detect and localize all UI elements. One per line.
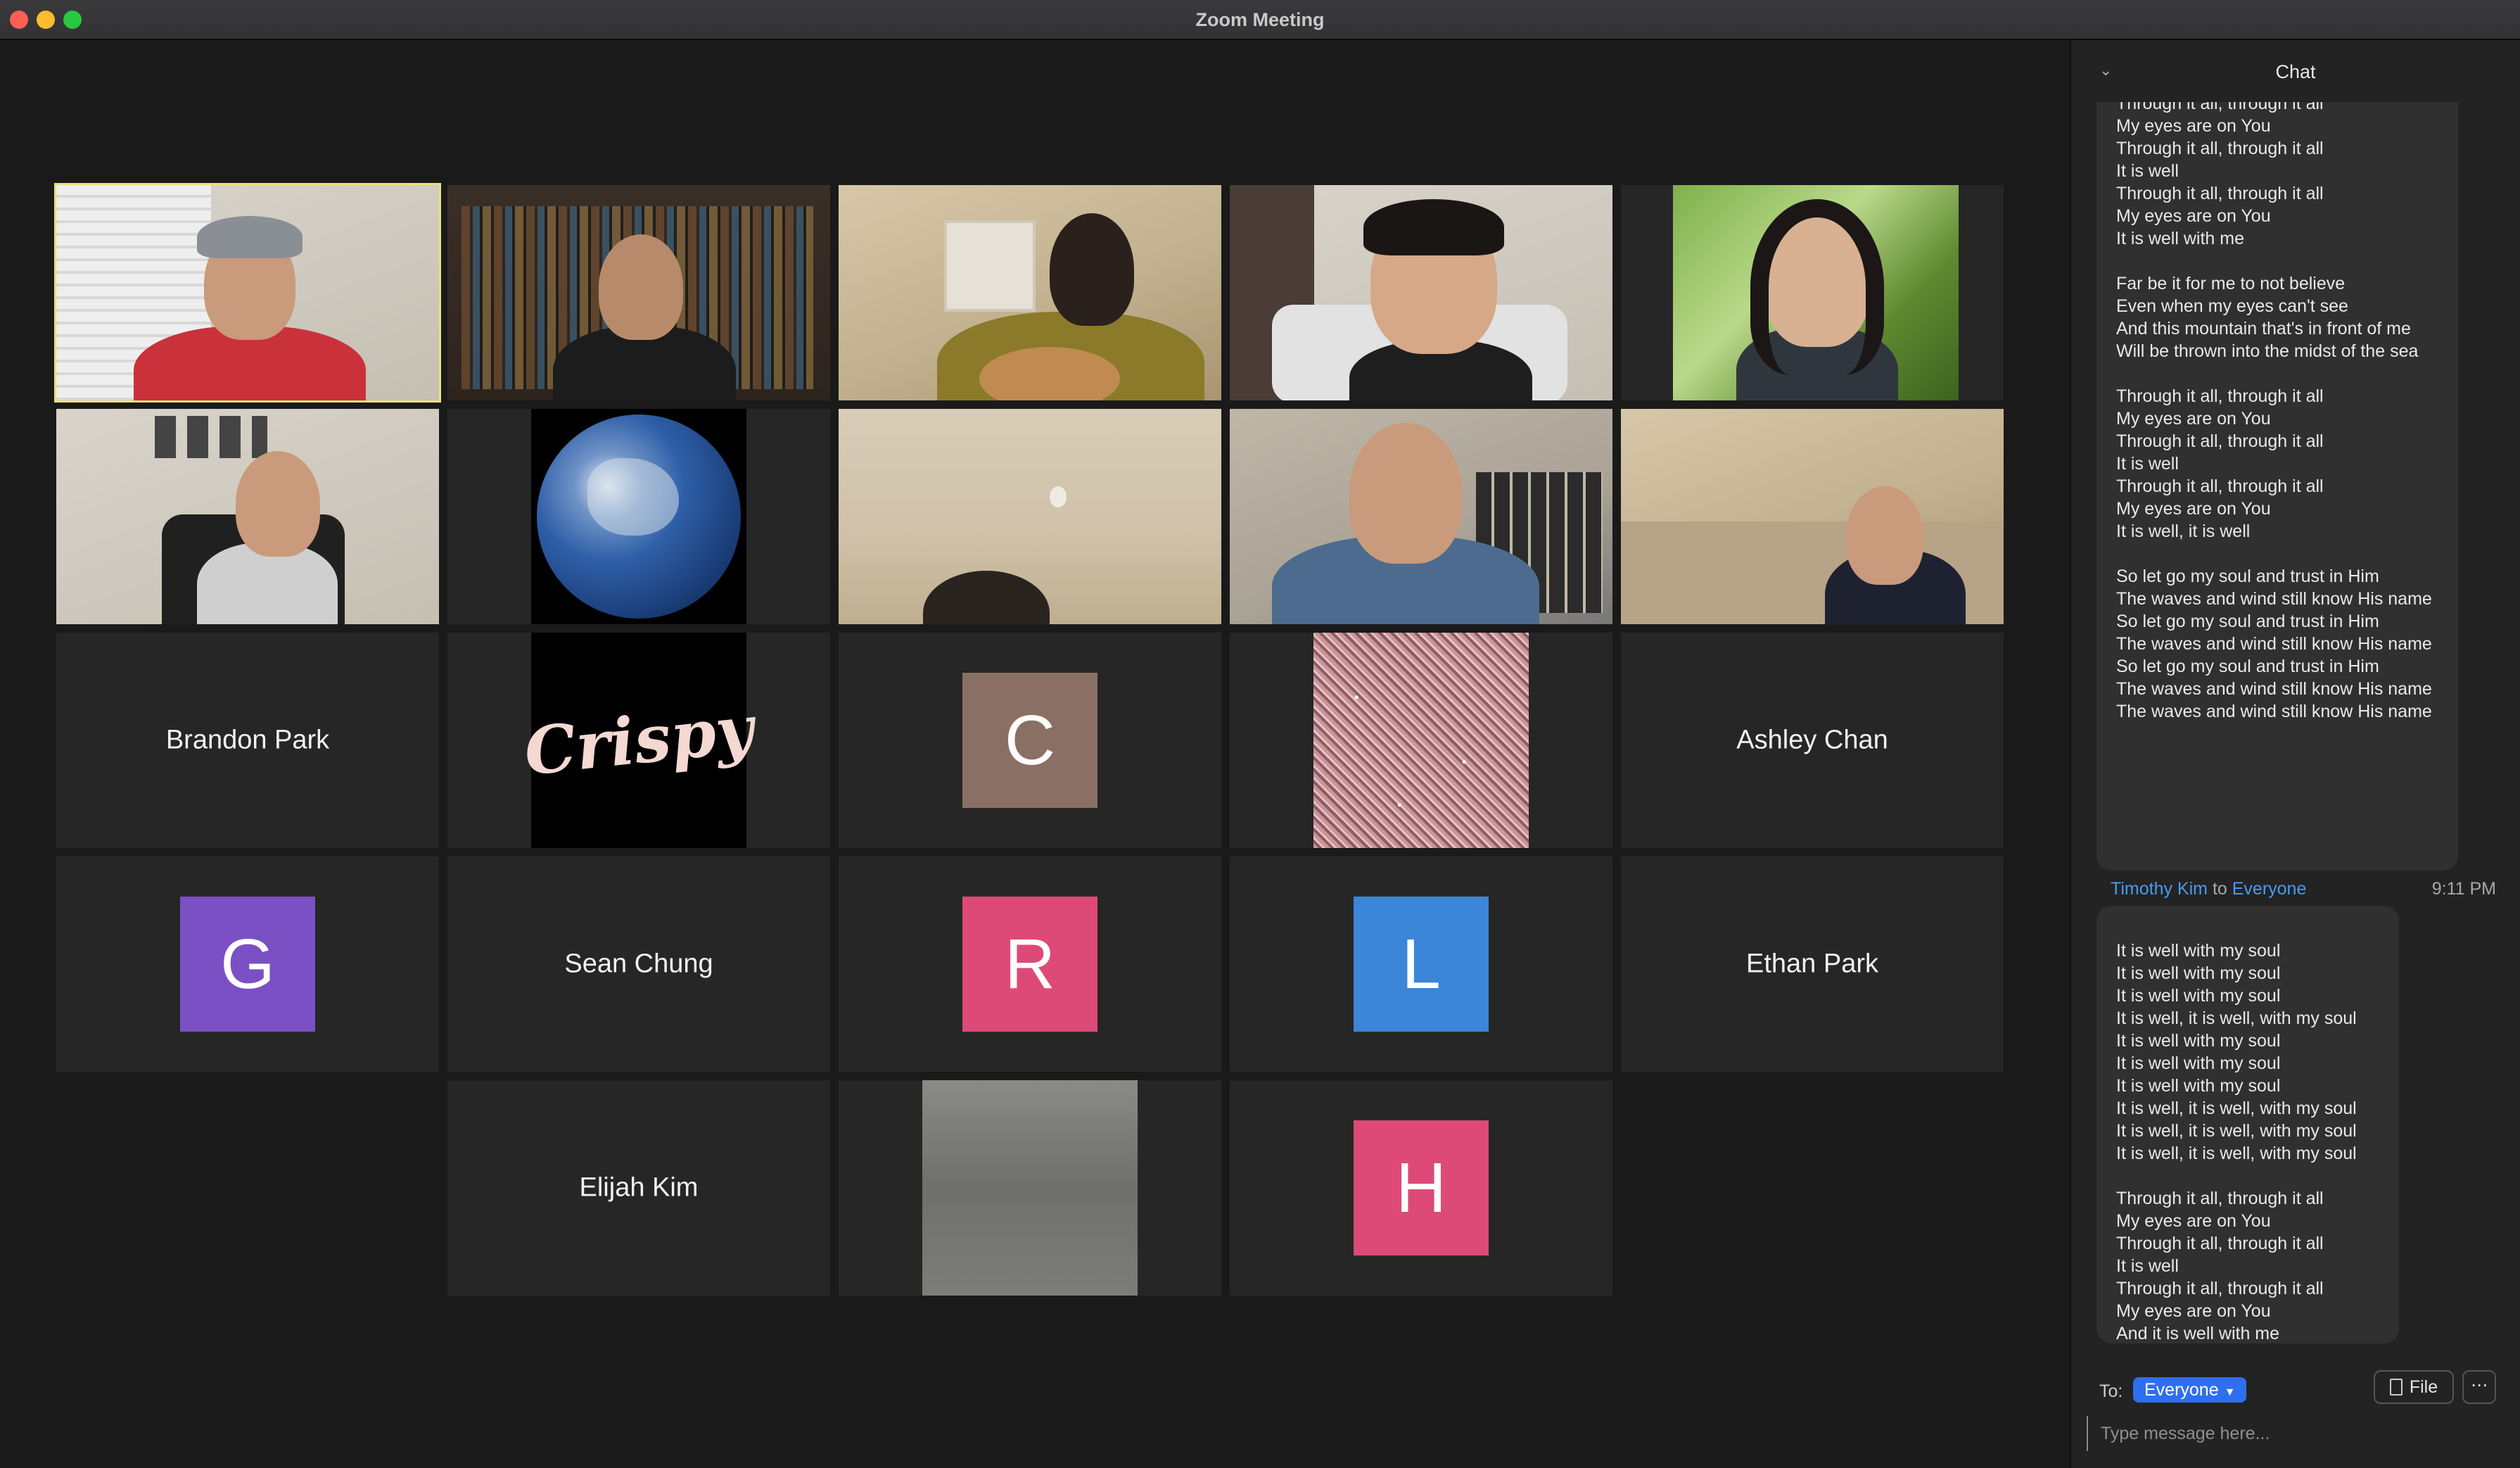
message-to-word: to xyxy=(2212,879,2227,899)
participant-avatar: G xyxy=(180,897,315,1032)
participant-video xyxy=(1621,409,2004,624)
participant-avatar: H xyxy=(1354,1120,1489,1255)
chat-message: It is well with my soul It is well with … xyxy=(2096,906,2399,1343)
chat-title: Chat xyxy=(2275,61,2316,82)
chat-message-input[interactable] xyxy=(2087,1416,2481,1451)
participant-video xyxy=(1230,409,1612,624)
participant-video xyxy=(1230,185,1612,400)
participant-tile[interactable]: Ethan Park xyxy=(1621,856,2004,1072)
participant-tile[interactable]: G xyxy=(56,856,439,1072)
participant-tile[interactable] xyxy=(1230,633,1612,848)
file-button-label: File xyxy=(2409,1377,2438,1397)
participant-video xyxy=(839,185,1221,400)
participant-video xyxy=(1673,185,1959,400)
video-tile[interactable] xyxy=(447,409,830,624)
participant-profile-picture xyxy=(1313,633,1529,848)
video-tile[interactable] xyxy=(56,409,439,624)
window-title: Zoom Meeting xyxy=(1195,9,1325,30)
participant-video xyxy=(56,185,439,400)
participant-avatar: L xyxy=(1354,897,1489,1032)
participant-tile[interactable]: R xyxy=(839,856,1221,1072)
participant-tile[interactable]: Crispy xyxy=(447,633,830,848)
crispy-logo-text: Crispy xyxy=(521,690,757,790)
participant-video xyxy=(531,409,746,624)
video-tile[interactable] xyxy=(1230,409,1612,624)
participant-avatar: C xyxy=(962,673,1097,808)
video-tile[interactable] xyxy=(839,409,1221,624)
participant-name: Brandon Park xyxy=(165,725,330,755)
recipient-label: To: xyxy=(2099,1381,2123,1401)
participant-name: Elijah Kim xyxy=(579,1172,699,1203)
chat-message-header: Timothy Kim to Everyone xyxy=(2111,879,2306,899)
caret-down-icon: ▼ xyxy=(2224,1386,2236,1398)
message-sender[interactable]: Timothy Kim xyxy=(2111,879,2208,899)
participant-profile-picture xyxy=(922,1080,1138,1296)
chat-header: ⌄ Chat xyxy=(2071,40,2520,102)
participant-name: Ethan Park xyxy=(1746,949,1878,979)
participant-avatar: R xyxy=(962,897,1097,1032)
video-tile[interactable] xyxy=(447,185,830,400)
recipient-dropdown[interactable]: Everyone ▼ xyxy=(2133,1377,2247,1403)
video-tile-active-speaker[interactable] xyxy=(54,183,441,403)
video-tile[interactable] xyxy=(839,185,1221,400)
video-tile[interactable] xyxy=(1621,185,2004,400)
chat-message-text: Through it all, through it all My eyes a… xyxy=(2116,102,2432,721)
chat-message-text: It is well with my soul It is well with … xyxy=(2116,941,2357,1343)
participant-video xyxy=(447,185,830,400)
video-tile[interactable] xyxy=(1621,409,2004,624)
participant-tile[interactable] xyxy=(839,1080,1221,1296)
participant-name: Ashley Chan xyxy=(1736,725,1888,755)
gallery-view: Brandon Park Crispy C Ashley Chan G Sean… xyxy=(0,40,2070,1468)
participant-tile[interactable]: H xyxy=(1230,1080,1612,1296)
message-recipient[interactable]: Everyone xyxy=(2232,879,2307,899)
participant-video xyxy=(839,409,1221,624)
file-button[interactable]: File xyxy=(2374,1370,2454,1404)
participant-profile-picture: Crispy xyxy=(521,633,757,848)
participant-tile[interactable]: Brandon Park xyxy=(56,633,439,848)
video-tile[interactable] xyxy=(1230,185,1612,400)
recipient-dropdown-value: Everyone xyxy=(2144,1380,2219,1400)
chat-panel: ⌄ Chat Through it all, through it all My… xyxy=(2070,40,2520,1468)
participant-tile[interactable]: L xyxy=(1230,856,1612,1072)
more-options-button[interactable]: ⋯ xyxy=(2462,1370,2496,1404)
participant-video xyxy=(56,409,439,624)
chat-message: Through it all, through it all My eyes a… xyxy=(2096,102,2458,871)
participant-tile[interactable]: Ashley Chan xyxy=(1621,633,2004,848)
title-bar: Zoom Meeting xyxy=(0,0,2520,40)
participant-tile[interactable]: C xyxy=(839,633,1221,848)
participant-tile[interactable]: Sean Chung xyxy=(447,856,830,1072)
file-icon xyxy=(2389,1379,2403,1396)
message-timestamp: 9:11 PM xyxy=(2431,879,2496,899)
participant-tile[interactable]: Elijah Kim xyxy=(447,1080,830,1296)
participant-name: Sean Chung xyxy=(564,949,713,979)
